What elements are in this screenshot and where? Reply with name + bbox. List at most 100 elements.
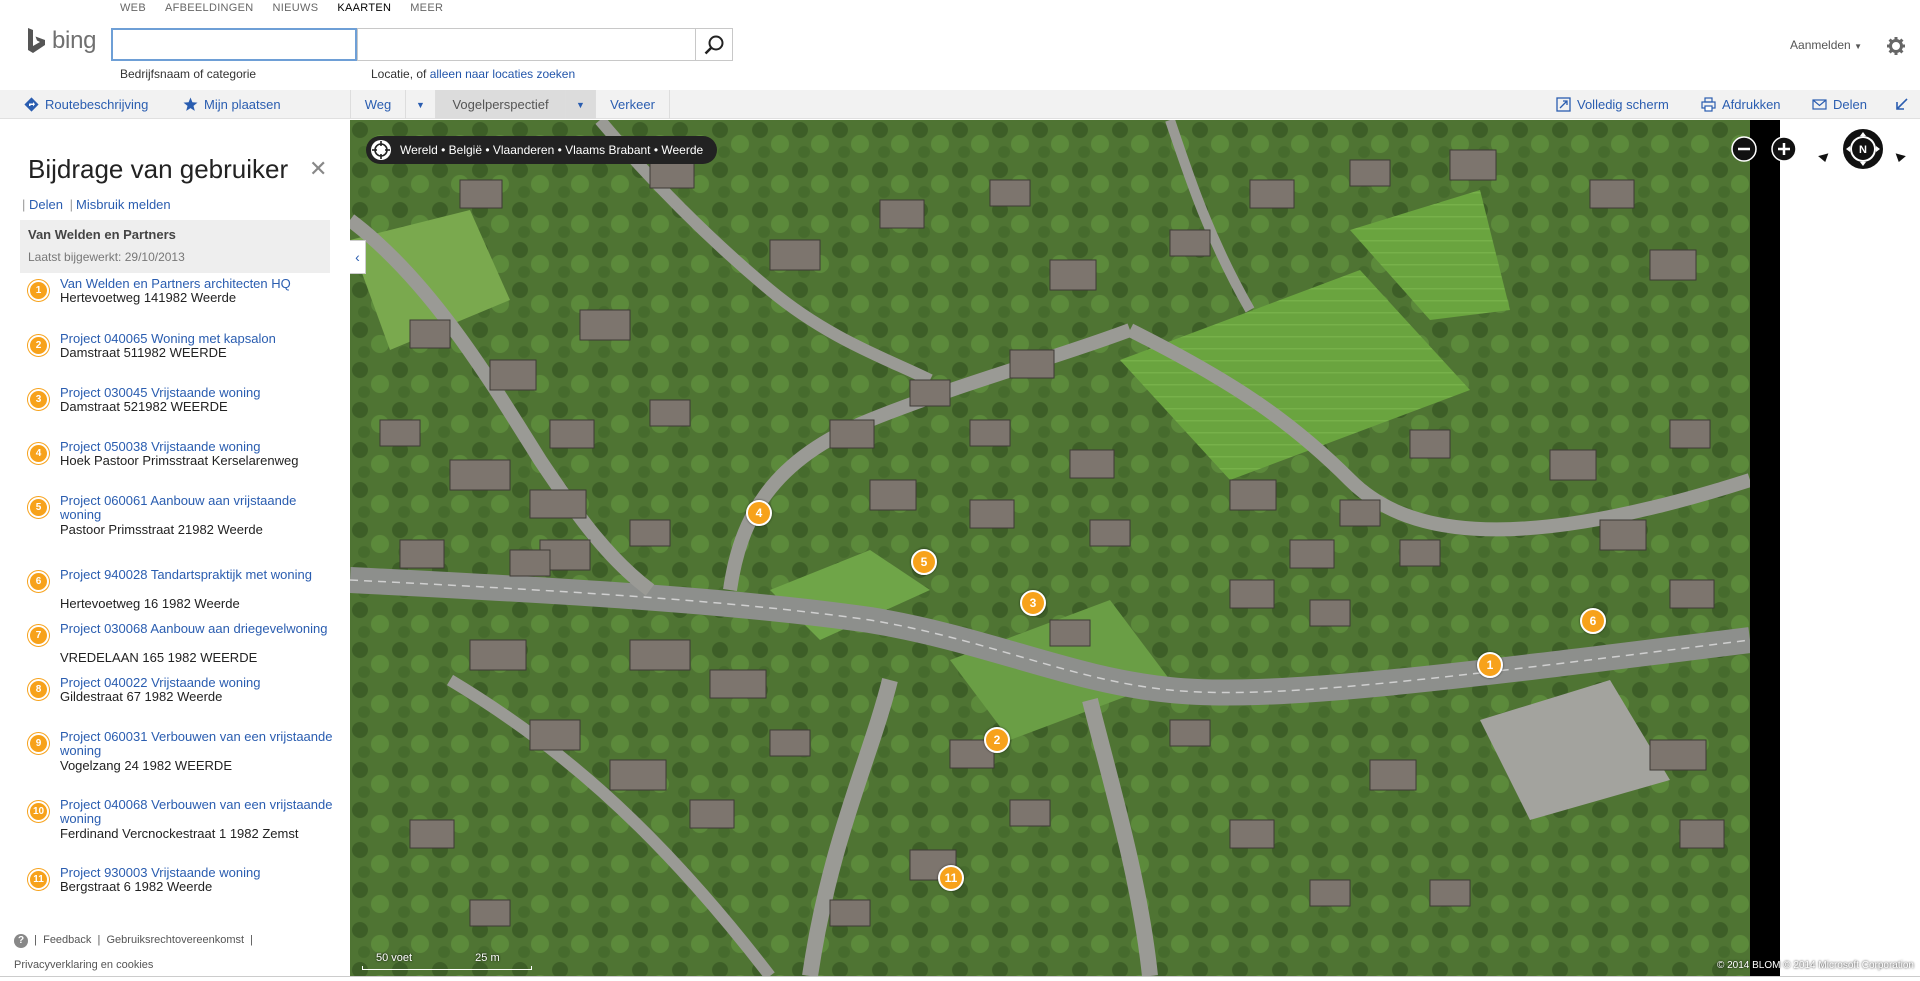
zoom-out-icon[interactable]: [1731, 136, 1757, 162]
directions-icon: [24, 97, 39, 112]
print-button[interactable]: Afdrukken: [1701, 90, 1781, 119]
map-edge: [1750, 120, 1780, 976]
list-item-number: 7: [28, 625, 49, 646]
business-name: Van Welden en Partners: [28, 227, 176, 242]
list-item-address: VREDELAAN 165 1982 WEERDE: [60, 650, 258, 665]
aerial-map[interactable]: [350, 120, 1750, 976]
locate-me-icon[interactable]: [370, 139, 392, 161]
list-item-title[interactable]: Project 040022 Vrijstaande woning: [60, 676, 340, 690]
map-pin[interactable]: 4: [746, 500, 772, 526]
list-item-address: Gildestraat 67 1982 Weerde: [60, 689, 223, 704]
location-breadcrumb[interactable]: Wereld • België • Vlaanderen • Vlaams Br…: [366, 136, 718, 164]
business-search-input[interactable]: [111, 28, 357, 61]
list-item-number: 6: [28, 571, 49, 592]
share-button[interactable]: Delen: [1812, 90, 1867, 119]
nav-web[interactable]: WEB: [120, 0, 146, 18]
list-item-number: 8: [28, 679, 49, 700]
chevron-down-icon: ▼: [1854, 42, 1862, 51]
map-pin[interactable]: 3: [1020, 590, 1046, 616]
search-button[interactable]: [695, 28, 733, 61]
my-places-label: Mijn plaatsen: [204, 97, 281, 112]
map-pin[interactable]: 1: [1477, 652, 1503, 678]
panel-actions: | Delen | Misbruik melden: [22, 197, 171, 212]
panel-title: Bijdrage van gebruiker: [28, 154, 289, 184]
chevron-down-icon: ▼: [576, 99, 585, 110]
report-abuse-link[interactable]: Misbruik melden: [76, 197, 171, 212]
list-item-address: Hoek Pastoor Primsstraat Kerselarenweg: [60, 453, 299, 468]
rotate-left-icon[interactable]: [1810, 134, 1834, 166]
share-link[interactable]: Delen: [29, 197, 63, 212]
fullscreen-label: Volledig scherm: [1577, 97, 1669, 112]
copyright: © 2014 BLOM © 2014 Microsoft Corporation: [1716, 960, 1914, 971]
list-item-title[interactable]: Project 050038 Vrijstaande woning: [60, 440, 340, 454]
list-item-title[interactable]: Project 040068 Verbouwen van een vrijsta…: [60, 798, 340, 826]
signin-label: Aanmelden: [1790, 38, 1851, 52]
bottom-strip: [0, 976, 1920, 981]
map-pin[interactable]: 11: [938, 865, 964, 891]
aerial-imagery: [350, 120, 1750, 976]
list-item-number: 9: [28, 733, 49, 754]
map-toolbar: Routebeschrijving Mijn plaatsen Weg ▼ Vo…: [0, 90, 1920, 119]
list-item-title[interactable]: Project 030068 Aanbouw aan driegevelwoni…: [60, 622, 340, 636]
list-item-title[interactable]: Project 940028 Tandartspraktijk met woni…: [60, 568, 340, 582]
compass-icon[interactable]: N: [1840, 126, 1886, 172]
list-item-address: Damstraat 521982 WEERDE: [60, 399, 228, 414]
list-item-address: Pastoor Primsstraat 21982 Weerde: [60, 522, 263, 537]
privacy-link[interactable]: Privacyverklaring en cookies: [14, 959, 153, 971]
nav-more[interactable]: MEER: [410, 0, 443, 18]
list-item-address: Vogelzang 24 1982 WEERDE: [60, 758, 232, 773]
zoom-in-icon[interactable]: [1771, 136, 1797, 162]
business-header: Van Welden en Partners Laatst bijgewerkt…: [20, 220, 330, 273]
user-contribution-panel: Bijdrage van gebruiker ✕ | Delen | Misbru…: [0, 120, 350, 981]
location-search-input[interactable]: [357, 28, 695, 61]
directions-button[interactable]: Routebeschrijving: [24, 90, 148, 119]
nav-maps[interactable]: KAARTEN: [337, 0, 391, 18]
nav-news[interactable]: NIEUWS: [273, 0, 319, 18]
close-icon[interactable]: ✕: [309, 158, 327, 180]
arrow-diagonal-icon: [1896, 98, 1908, 110]
top-navigation: WEB AFBEELDINGEN NIEUWS KAARTEN MEER: [120, 0, 443, 18]
list-item-title[interactable]: Project 060031 Verbouwen van een vrijsta…: [60, 730, 340, 758]
directions-label: Routebeschrijving: [45, 97, 149, 112]
map-pin[interactable]: 5: [911, 549, 937, 575]
list-item-title[interactable]: Van Welden en Partners architecten HQ: [60, 277, 340, 291]
map-pin[interactable]: 2: [984, 727, 1010, 753]
star-icon: [183, 97, 198, 111]
share-label: Delen: [1833, 97, 1867, 112]
map-scale: 50 voet 25 m: [362, 952, 532, 970]
list-item-address: Ferdinand Vercnockestraat 1 1982 Zemst: [60, 826, 299, 841]
locations-only-link[interactable]: alleen naar locaties zoeken: [430, 67, 575, 81]
collapse-panel-button[interactable]: ‹: [350, 240, 366, 274]
tab-birdseye[interactable]: Vogelperspectief: [435, 90, 565, 119]
business-search-hint: Bedrijfsnaam of categorie: [120, 67, 257, 81]
terms-link[interactable]: Gebruiksrechtovereenkomst: [107, 934, 245, 946]
feedback-link[interactable]: Feedback: [43, 934, 91, 946]
list-item-address: Bergstraat 6 1982 Weerde: [60, 879, 213, 894]
my-places-button[interactable]: Mijn plaatsen: [183, 90, 281, 119]
list-item-number: 3: [28, 389, 49, 410]
rotate-right-icon[interactable]: [1890, 134, 1914, 166]
collapse-toolbar-button[interactable]: [1894, 90, 1909, 119]
mail-icon: [1812, 99, 1827, 110]
nav-images[interactable]: AFBEELDINGEN: [165, 0, 254, 18]
gear-icon[interactable]: [1886, 36, 1906, 56]
divider: |: [22, 197, 26, 212]
list-item-number: 4: [28, 443, 49, 464]
birdseye-dropdown[interactable]: ▼: [565, 90, 595, 119]
list-item-number: 10: [28, 801, 49, 822]
road-dropdown[interactable]: ▼: [405, 90, 435, 119]
tab-road[interactable]: Weg: [350, 90, 405, 119]
fullscreen-button[interactable]: Volledig scherm: [1556, 90, 1669, 119]
fullscreen-icon: [1556, 97, 1571, 112]
list-item-title[interactable]: Project 060061 Aanbouw aan vrijstaande w…: [60, 494, 340, 522]
help-icon[interactable]: ?: [14, 934, 28, 948]
signin-menu[interactable]: Aanmelden ▼: [1790, 38, 1862, 52]
compass-north-label: N: [1859, 144, 1867, 156]
list-item-number: 5: [28, 497, 49, 518]
list-item-title[interactable]: Project 930003 Vrijstaande woning: [60, 866, 340, 880]
list-item-title[interactable]: Project 030045 Vrijstaande woning: [60, 386, 340, 400]
list-item-title[interactable]: Project 040065 Woning met kapsalon: [60, 332, 340, 346]
bing-logo[interactable]: bing: [26, 26, 96, 56]
map-pin[interactable]: 6: [1580, 608, 1606, 634]
tab-traffic[interactable]: Verkeer: [595, 90, 670, 119]
